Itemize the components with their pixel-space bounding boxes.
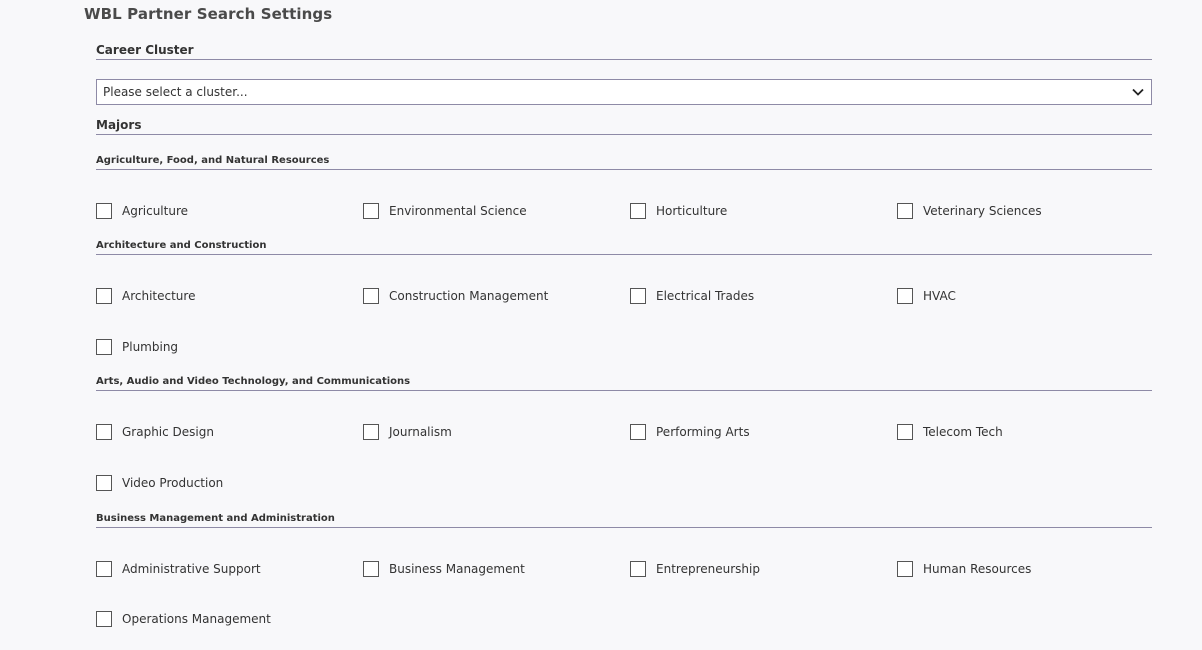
career-cluster-label: Career Cluster: [96, 43, 194, 57]
major-checkbox-plumbing[interactable]: Plumbing: [96, 338, 178, 356]
checkbox[interactable]: [96, 203, 112, 219]
major-group-arts-av-communications: Arts, Audio and Video Technology, and Co…: [96, 374, 1152, 391]
major-checkbox-administrative-support[interactable]: Administrative Support: [96, 560, 261, 578]
major-checkbox-performing-arts[interactable]: Performing Arts: [630, 423, 750, 441]
checkbox-label: Construction Management: [389, 289, 549, 303]
major-group-business-management: Business Management and Administration: [96, 511, 1152, 528]
checkbox[interactable]: [897, 561, 913, 577]
major-checkbox-graphic-design[interactable]: Graphic Design: [96, 423, 214, 441]
checkbox-label: Plumbing: [122, 340, 179, 354]
checkbox-label: Veterinary Sciences: [923, 204, 1042, 218]
checkbox[interactable]: [96, 611, 112, 627]
checkbox[interactable]: [96, 339, 112, 355]
major-group-architecture: Architecture and Construction: [96, 238, 1152, 255]
major-checkbox-environmental-science[interactable]: Environmental Science: [363, 202, 527, 220]
major-group-title: Business Management and Administration: [96, 513, 335, 524]
major-checkbox-telecom-tech[interactable]: Telecom Tech: [897, 423, 1003, 441]
checkbox[interactable]: [630, 561, 646, 577]
checkbox-label: HVAC: [923, 289, 956, 303]
checkbox-label: Operations Management: [122, 612, 271, 626]
major-group-agriculture: Agriculture, Food, and Natural Resources: [96, 153, 1152, 170]
checkbox[interactable]: [363, 424, 379, 440]
checkbox-label: Telecom Tech: [923, 425, 1003, 439]
major-group-title: Architecture and Construction: [96, 240, 267, 251]
major-checkbox-operations-management[interactable]: Operations Management: [96, 610, 271, 628]
major-checkbox-journalism[interactable]: Journalism: [363, 423, 452, 441]
checkbox-label: Journalism: [389, 425, 452, 439]
checkbox[interactable]: [897, 424, 913, 440]
major-checkbox-video-production[interactable]: Video Production: [96, 474, 223, 492]
majors-section: Majors: [96, 116, 1152, 135]
checkbox-label: Graphic Design: [122, 425, 214, 439]
major-checkbox-business-management[interactable]: Business Management: [363, 560, 525, 578]
major-checkbox-agriculture[interactable]: Agriculture: [96, 202, 188, 220]
checkbox-label: Electrical Trades: [656, 289, 755, 303]
checkbox-label: Environmental Science: [389, 204, 527, 218]
checkbox[interactable]: [96, 561, 112, 577]
checkbox-label: Human Resources: [923, 562, 1032, 576]
group-divider: [96, 169, 1152, 170]
group-divider: [96, 390, 1152, 391]
settings-page: WBL Partner Search Settings Career Clust…: [0, 0, 1202, 650]
major-group-title: Arts, Audio and Video Technology, and Co…: [96, 376, 411, 387]
chevron-down-icon: [1132, 88, 1144, 96]
checkbox-label: Agriculture: [122, 204, 188, 218]
checkbox-label: Business Management: [389, 562, 525, 576]
checkbox[interactable]: [363, 561, 379, 577]
checkbox[interactable]: [96, 475, 112, 491]
career-cluster-select-value: Please select a cluster...: [103, 85, 248, 99]
section-divider: [96, 134, 1152, 135]
checkbox[interactable]: [630, 203, 646, 219]
checkbox-label: Horticulture: [656, 204, 728, 218]
career-cluster-select[interactable]: Please select a cluster...: [96, 79, 1152, 105]
major-checkbox-construction-management[interactable]: Construction Management: [363, 287, 548, 305]
group-divider: [96, 527, 1152, 528]
major-checkbox-entrepreneurship[interactable]: Entrepreneurship: [630, 560, 760, 578]
checkbox[interactable]: [897, 288, 913, 304]
checkbox[interactable]: [363, 288, 379, 304]
page-title: WBL Partner Search Settings: [84, 5, 333, 23]
major-checkbox-veterinary-sciences[interactable]: Veterinary Sciences: [897, 202, 1042, 220]
major-checkbox-architecture[interactable]: Architecture: [96, 287, 195, 305]
checkbox-label: Entrepreneurship: [656, 562, 760, 576]
checkbox[interactable]: [897, 203, 913, 219]
checkbox[interactable]: [630, 424, 646, 440]
section-divider: [96, 59, 1152, 60]
major-checkbox-electrical-trades[interactable]: Electrical Trades: [630, 287, 754, 305]
checkbox[interactable]: [363, 203, 379, 219]
checkbox[interactable]: [630, 288, 646, 304]
major-group-title: Agriculture, Food, and Natural Resources: [96, 155, 330, 166]
checkbox-label: Video Production: [122, 476, 224, 490]
checkbox-label: Administrative Support: [122, 562, 261, 576]
checkbox[interactable]: [96, 424, 112, 440]
group-divider: [96, 254, 1152, 255]
major-checkbox-hvac[interactable]: HVAC: [897, 287, 956, 305]
checkbox-label: Performing Arts: [656, 425, 750, 439]
checkbox[interactable]: [96, 288, 112, 304]
checkbox-label: Architecture: [122, 289, 196, 303]
major-checkbox-horticulture[interactable]: Horticulture: [630, 202, 727, 220]
majors-label: Majors: [96, 118, 142, 132]
major-checkbox-human-resources[interactable]: Human Resources: [897, 560, 1031, 578]
career-cluster-section: Career Cluster: [96, 41, 1152, 60]
